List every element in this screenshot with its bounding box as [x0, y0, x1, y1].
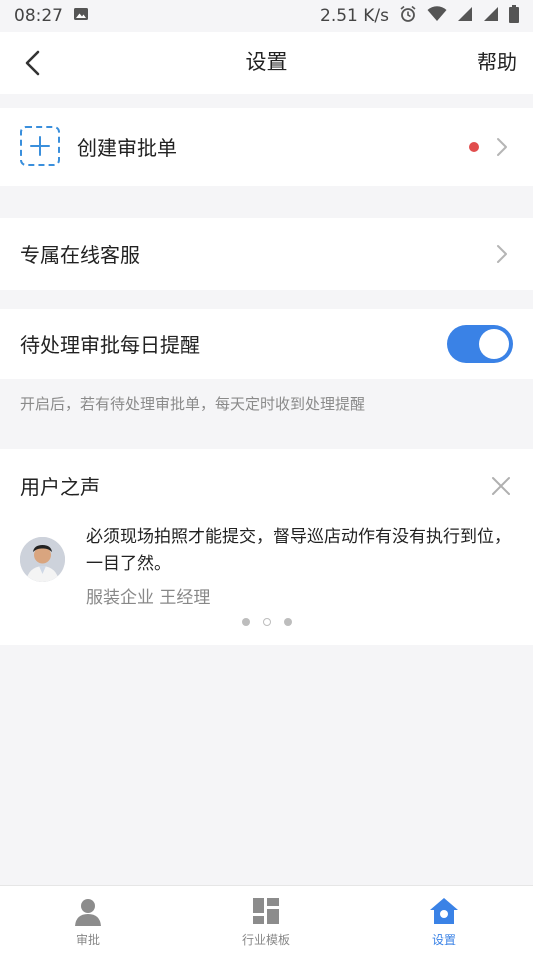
customer-service-row[interactable]: 专属在线客服: [0, 218, 533, 290]
avatar: [20, 537, 65, 582]
tab-industry-templates[interactable]: 行业模板: [206, 886, 326, 953]
close-icon[interactable]: [490, 475, 512, 501]
daily-reminder-toggle[interactable]: [447, 325, 513, 363]
gallery-notification-icon: [73, 6, 89, 27]
tab-approval-label: 审批: [75, 933, 100, 947]
chevron-right-icon: [497, 245, 507, 263]
tab-industry-templates-label: 行业模板: [241, 933, 290, 947]
quote-author: 服装企业 王经理: [86, 588, 211, 608]
daily-reminder-label: 待处理审批每日提醒: [20, 333, 200, 357]
alarm-icon: [399, 5, 417, 28]
house-icon: [430, 898, 458, 924]
status-time: 08:27: [14, 6, 63, 26]
create-approval-label: 创建审批单: [77, 136, 177, 160]
wifi-icon: [427, 5, 447, 27]
help-button[interactable]: 帮助: [477, 32, 517, 92]
daily-reminder-row: 待处理审批每日提醒: [0, 309, 533, 379]
network-speed: 2.51 K/s: [320, 6, 389, 26]
tab-approval[interactable]: 审批: [28, 886, 148, 953]
battery-icon: [509, 4, 519, 28]
new-badge-dot: [469, 142, 479, 152]
customer-service-label: 专属在线客服: [20, 243, 140, 267]
carousel-dot[interactable]: [283, 618, 292, 626]
toggle-knob: [479, 329, 509, 359]
grid-icon: [253, 898, 279, 924]
carousel-indicator: [0, 618, 533, 626]
nav-bar: 设置 帮助: [0, 32, 533, 94]
add-icon: [20, 126, 60, 166]
page-title: 设置: [245, 50, 288, 74]
signal-icon: [457, 6, 473, 27]
carousel-dot[interactable]: [241, 618, 250, 626]
chevron-right-icon: [497, 138, 507, 156]
person-icon: [75, 899, 101, 926]
user-voice-title: 用户之声: [20, 475, 100, 499]
create-approval-row[interactable]: 创建审批单: [0, 108, 533, 186]
signal-icon-2: [483, 6, 499, 27]
reminder-hint: 开启后，若有待处理审批单，每天定时收到处理提醒: [20, 395, 366, 413]
tab-settings-label: 设置: [431, 933, 456, 947]
bottom-tab-bar: 审批 行业模板 设置: [0, 885, 533, 953]
user-quote: 必须现场拍照才能提交，督导巡店动作有没有执行到位，一目了然。: [86, 527, 511, 574]
carousel-dot-active[interactable]: [262, 618, 271, 626]
tab-settings[interactable]: 设置: [384, 886, 504, 953]
status-bar: 08:27 2.51 K/s: [0, 0, 533, 32]
